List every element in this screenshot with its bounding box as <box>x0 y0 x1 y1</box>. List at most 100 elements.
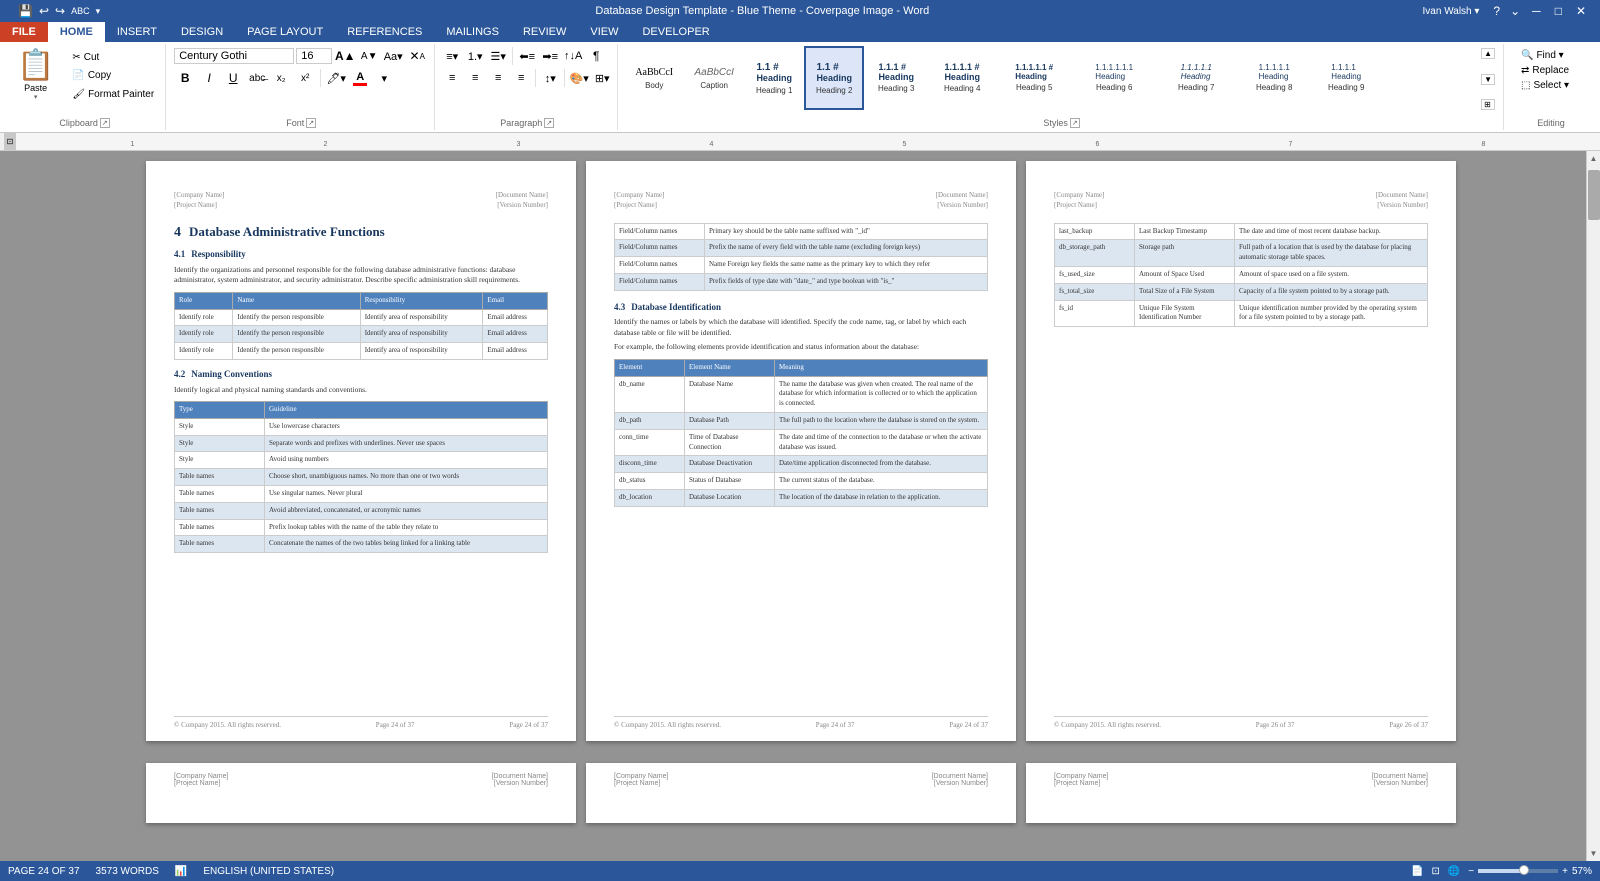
font-dialog-launcher[interactable]: ↗ <box>306 118 316 128</box>
view-web-icon[interactable]: 🌐 <box>1448 866 1460 877</box>
shrink-font-button[interactable]: A▼ <box>358 46 380 66</box>
minimize-button[interactable]: ─ <box>1526 4 1547 18</box>
language-label[interactable]: ENGLISH (UNITED STATES) <box>203 866 334 877</box>
scroll-thumb[interactable] <box>1588 170 1600 220</box>
zoom-in-button[interactable]: + <box>1562 866 1568 877</box>
ribbon-collapse-icon[interactable]: ⌄ <box>1506 4 1524 18</box>
copy-button[interactable]: 📄 Copy <box>67 68 159 83</box>
spellcheck-icon[interactable]: ABC <box>69 5 92 17</box>
style-heading9[interactable]: 1.1.1.1Heading Heading 9 <box>1312 46 1380 110</box>
page-5-partial: [Company Name][Project Name] [Document N… <box>586 763 1016 823</box>
undo-icon[interactable]: ↩ <box>37 3 51 19</box>
align-left-button[interactable]: ≡ <box>441 68 463 88</box>
format-painter-button[interactable]: 🖌 Format Painter <box>67 87 159 102</box>
tab-file[interactable]: FILE <box>0 22 48 42</box>
style-heading1[interactable]: 1.1 #Heading Heading 1 <box>744 46 804 110</box>
font-color-button[interactable]: A <box>349 68 371 88</box>
pages-row-2: [Company Name][Project Name] [Document N… <box>16 763 1586 823</box>
view-print-icon[interactable]: 📄 <box>1411 866 1423 877</box>
find-button[interactable]: 🔍 Find ▾ <box>1514 48 1588 63</box>
grow-font-button[interactable]: A▲ <box>334 46 356 66</box>
tab-developer[interactable]: DEVELOPER <box>630 22 721 42</box>
decrease-indent-button[interactable]: ⬅≡ <box>516 46 538 66</box>
style-caption[interactable]: AaBbCcI Caption <box>684 46 744 110</box>
styles-dialog-launcher[interactable]: ↗ <box>1070 118 1080 128</box>
text-shade-button[interactable]: ▾ <box>373 68 395 88</box>
underline-button[interactable]: U <box>222 68 244 88</box>
copy-label: Copy <box>88 70 111 81</box>
change-case-button[interactable]: Aa▾ <box>382 46 404 66</box>
table-row: Table names Concatenate the names of the… <box>175 536 548 553</box>
save-icon[interactable]: 💾 <box>16 3 35 19</box>
zoom-out-button[interactable]: − <box>1468 866 1474 877</box>
numbering-button[interactable]: 1.▾ <box>464 46 486 66</box>
styles-scroll-up[interactable]: ▲ <box>1481 48 1495 59</box>
style-body[interactable]: AaBbCcI Body <box>624 46 684 110</box>
scroll-up-arrow[interactable]: ▲ <box>1590 151 1598 166</box>
tab-design[interactable]: DESIGN <box>169 22 235 42</box>
clear-formatting-button[interactable]: ✕A <box>406 46 428 66</box>
tab-home[interactable]: HOME <box>48 22 105 42</box>
help-icon[interactable]: ? <box>1489 4 1504 18</box>
close-button[interactable]: ✕ <box>1570 4 1592 18</box>
styles-more-button[interactable]: ⊞ <box>1481 99 1495 110</box>
section41-title-row: 4.1 Responsibility <box>174 248 548 261</box>
tab-page-layout[interactable]: PAGE LAYOUT <box>235 22 335 42</box>
styles-scroll-down[interactable]: ▼ <box>1481 74 1495 85</box>
style-heading6[interactable]: 1.1.1.1.1.1Heading Heading 6 <box>1072 46 1156 110</box>
page2-footer-right: Page 24 of 37 <box>949 721 988 731</box>
strikethrough-button[interactable]: abc̶ <box>246 68 268 88</box>
select-button[interactable]: ⬚ Select ▾ <box>1514 78 1588 93</box>
paste-button[interactable]: 📋 Paste ▾ <box>8 46 63 106</box>
left-margin <box>0 151 16 861</box>
replace-label: Replace <box>1532 65 1569 76</box>
view-fullscreen-icon[interactable]: ⊡ <box>1431 866 1439 877</box>
tab-mailings[interactable]: MAILINGS <box>434 22 511 42</box>
table-row: Field/Column names Prefix the name of ev… <box>615 240 988 257</box>
italic-button[interactable]: I <box>198 68 220 88</box>
show-formatting-button[interactable]: ¶ <box>585 46 607 66</box>
line-spacing-button[interactable]: ↕▾ <box>539 68 561 88</box>
style-heading5[interactable]: 1.1.1.1.1 #Heading Heading 5 <box>996 46 1072 110</box>
style-heading3[interactable]: 1.1.1 #Heading Heading 3 <box>864 46 928 110</box>
style-h5-preview: 1.1.1.1.1 #Heading <box>1015 64 1053 82</box>
align-center-button[interactable]: ≡ <box>464 68 486 88</box>
shading-button[interactable]: 🎨▾ <box>568 68 590 88</box>
user-display[interactable]: Ivan Walsh ▾ <box>1415 6 1488 17</box>
ruler-corner[interactable]: ⊡ <box>4 133 16 150</box>
paste-icon: 📋 <box>17 51 54 81</box>
superscript-button[interactable]: x² <box>294 68 316 88</box>
justify-button[interactable]: ≡ <box>510 68 532 88</box>
style-heading2[interactable]: 1.1 #Heading Heading 2 <box>804 46 864 110</box>
cut-button[interactable]: ✂ Cut <box>67 50 159 65</box>
tab-references[interactable]: REFERENCES <box>335 22 434 42</box>
bold-button[interactable]: B <box>174 68 196 88</box>
sort-button[interactable]: ↑↓A <box>562 46 584 66</box>
replace-button[interactable]: ⇄ Replace <box>1514 63 1588 78</box>
font-size-input[interactable] <box>296 48 332 64</box>
style-heading4[interactable]: 1.1.1.1 #Heading Heading 4 <box>928 46 996 110</box>
zoom-thumb[interactable] <box>1519 865 1529 875</box>
col-type: Type <box>175 402 265 419</box>
zoom-bar[interactable] <box>1478 869 1558 873</box>
custom-qat-icon[interactable]: ▾ <box>94 5 103 18</box>
text-highlight-button[interactable]: 🖊▾ <box>325 68 347 88</box>
subscript-button[interactable]: x₂ <box>270 68 292 88</box>
tab-view[interactable]: VIEW <box>578 22 630 42</box>
font-name-input[interactable] <box>174 48 294 64</box>
multilevel-list-button[interactable]: ☰▾ <box>487 46 509 66</box>
increase-indent-button[interactable]: ➡≡ <box>539 46 561 66</box>
restore-button[interactable]: □ <box>1549 4 1568 18</box>
redo-icon[interactable]: ↪ <box>53 3 67 19</box>
tab-insert[interactable]: INSERT <box>105 22 169 42</box>
clipboard-dialog-launcher[interactable]: ↗ <box>100 118 110 128</box>
scroll-down-arrow[interactable]: ▼ <box>1590 846 1598 861</box>
paragraph-dialog-launcher[interactable]: ↗ <box>544 118 554 128</box>
bullets-button[interactable]: ≡▾ <box>441 46 463 66</box>
zoom-level-label[interactable]: 57% <box>1572 866 1592 877</box>
tab-review[interactable]: REVIEW <box>511 22 578 42</box>
borders-button[interactable]: ⊞▾ <box>591 68 613 88</box>
style-heading8[interactable]: 1.1.1.1.1Heading Heading 8 <box>1236 46 1312 110</box>
style-heading7[interactable]: 1.1.1.1.1Heading Heading 7 <box>1156 46 1236 110</box>
align-right-button[interactable]: ≡ <box>487 68 509 88</box>
